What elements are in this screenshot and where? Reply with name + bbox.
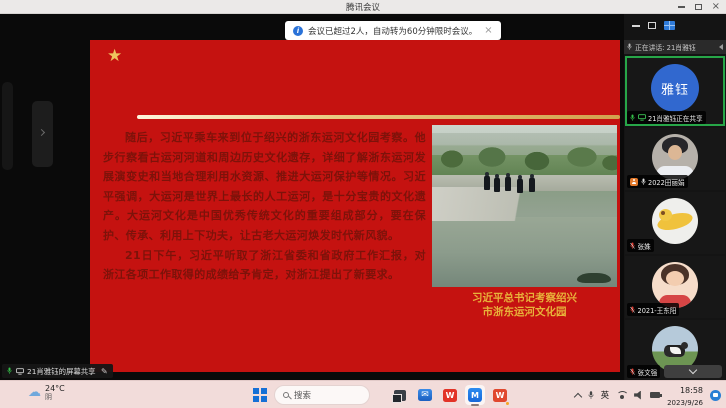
avatar-photo [652,262,698,308]
shared-slide: ★ 随后，习近平乘车来到位于绍兴的浙东运河文化园考察。他步行察看古运河河道和周边… [90,40,620,372]
mic-muted-icon [630,242,635,250]
window-titlebar: 腾讯会议 × [0,0,726,14]
tray-time: 18:58 [680,386,703,395]
sidebar-window-controls [632,21,675,30]
file-explorer-icon [394,390,406,401]
speaking-label: 正在讲话: 21肖雅钰 [635,42,696,52]
screen-share-icon [16,368,24,375]
wps-office-icon: W [493,389,507,402]
slide-paragraph-1: 随后，习近平乘车来到位于绍兴的浙东运河文化园考察。他步行察看古运河河道和周边历史… [103,128,426,246]
hand-raised-icon [630,178,638,186]
desktop-screen: 腾讯会议 × i 会议已超过2人，自动转为60分钟限时会议。 × ★ 随后，习近… [0,0,726,408]
share-status-text: 21肖雅钰的屏幕共享 [27,366,96,377]
system-tray: 英 18:58 2023/9/26 [575,382,721,408]
collapsed-left-panel [2,82,13,170]
participant-name: 21肖雅钰正在共享 [648,113,703,123]
photo-figure [494,177,500,192]
weather-temp: 24°C [45,384,65,393]
participant-tile-yayu[interactable]: 雅钰 21肖雅钰正在共享 [625,56,725,126]
window-title: 腾讯会议 [346,1,380,13]
wps-button[interactable]: W [440,385,460,405]
participant-name: 张姝 [638,241,651,251]
tencent-meeting-button[interactable]: M [465,385,485,405]
wifi-icon[interactable] [616,391,627,400]
info-icon: i [293,26,303,36]
weather-desc: 阴 [45,393,65,401]
participant-label: 2021-王东阳 [627,303,679,316]
participants-sidebar: 正在讲话: 21肖雅钰 雅钰 21肖雅钰正在共享 2022田丽娟 [624,14,726,380]
mic-on-icon[interactable] [7,367,12,375]
toast-close-icon[interactable]: × [484,25,492,36]
maximize-icon[interactable] [695,4,702,10]
cloud-icon: ☁ [28,386,41,399]
photo-boat [577,273,611,283]
tray-mic-icon[interactable] [588,391,594,400]
search-icon [283,392,289,398]
tencent-meeting-icon: M [468,388,482,402]
avatar-initials: 雅钰 [651,64,699,112]
participant-tile-wangdongyang[interactable]: 2021-王东阳 [625,256,725,318]
mic-muted-icon [630,306,635,314]
meeting-toast: i 会议已超过2人，自动转为60分钟限时会议。 × [285,21,501,40]
avatar-photo [652,198,698,244]
collapse-video-strip-button[interactable] [664,365,722,378]
mic-muted-icon [630,368,635,376]
tray-date: 2023/9/26 [667,399,703,407]
screen-share-status-pill: 21肖雅钰的屏幕共享 ✎ [2,364,113,378]
participant-name: 2021-王东阳 [638,305,677,315]
photo-figure [505,176,511,191]
slide-photo-canal-inspection [432,125,617,287]
photo-figure [529,177,535,192]
participant-label: 2022田丽娟 [627,175,688,188]
tray-clock[interactable]: 18:58 2023/9/26 [667,383,703,408]
mic-on-icon [630,114,635,122]
windows-taskbar: ☁ 24°C 阴 搜索 ✉ W M W 英 18:58 [0,380,726,408]
participant-tile-zhangshu[interactable]: 张姝 [625,192,725,254]
chevron-down-icon [689,366,697,374]
mail-icon: ✉ [418,389,432,401]
start-button[interactable] [253,388,267,402]
file-explorer-button[interactable] [390,385,410,405]
participant-name: 2022田丽娟 [648,177,685,187]
participant-label: 21肖雅钰正在共享 [627,111,706,124]
photo-caption: 习近平总书记考察绍兴市浙东运河文化园 [432,292,617,319]
participant-tile-tianlijuan[interactable]: 2022田丽娟 [625,128,725,190]
speaker-icon[interactable] [634,391,643,400]
taskbar-search[interactable]: 搜索 [274,385,370,405]
participant-label: 张姝 [627,239,654,252]
mic-on-icon [641,178,646,186]
screen-share-icon [638,114,646,121]
battery-icon[interactable] [650,392,660,398]
wps-office-button[interactable]: W [490,385,510,405]
close-icon[interactable]: × [712,2,720,12]
avatar-photo [652,134,698,180]
photo-figure [517,178,523,193]
wps-icon: W [443,389,457,402]
weather-widget[interactable]: ☁ 24°C 阴 [28,384,65,401]
toast-text: 会议已超过2人，自动转为60分钟限时会议。 [308,25,477,37]
annotate-pen-icon[interactable]: ✎ [101,367,108,376]
minimize-panel-icon[interactable] [632,25,640,27]
title-divider-line [137,115,620,119]
participant-name: 张文强 [638,367,658,377]
search-label: 搜索 [294,389,311,401]
input-method-indicator[interactable]: 英 [601,389,610,401]
slide-body-text: 随后，习近平乘车来到位于绍兴的浙东运河文化园考察。他步行察看古运河河道和周边历史… [103,128,426,285]
mail-button[interactable]: ✉ [415,385,435,405]
minimize-icon[interactable] [678,6,685,8]
active-speaker-bar: 正在讲话: 21肖雅钰 [624,40,726,54]
window-controls: × [678,0,720,14]
photo-figure [484,175,490,190]
notification-badge-icon[interactable] [710,390,721,401]
gallery-view-icon[interactable] [664,21,675,30]
mic-icon [627,43,632,51]
volume-icon [719,44,723,50]
tray-overflow-chevron-icon[interactable] [573,392,581,400]
restore-window-icon[interactable] [648,22,656,29]
pinned-apps: ✉ W M W [390,385,510,405]
participant-label: 张文强 [627,365,660,378]
star-icon: ★ [107,46,122,66]
slide-paragraph-2: 21日下午，习近平听取了浙江省委和省政府工作汇报，对浙江各项工作取得的成绩给予肯… [103,246,426,285]
